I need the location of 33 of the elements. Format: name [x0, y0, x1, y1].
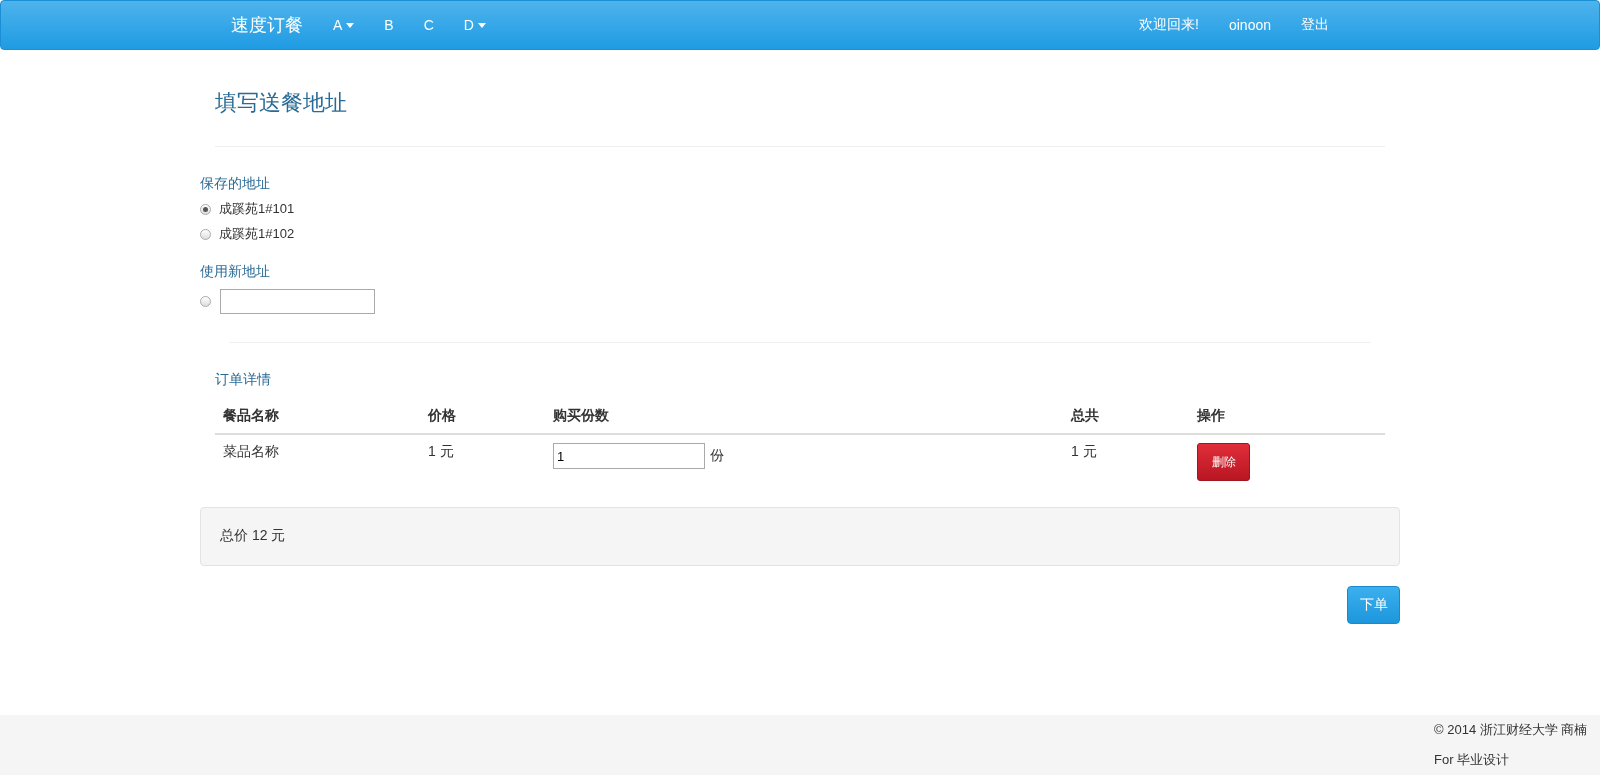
nav-link[interactable]: 欢迎回来! — [1124, 16, 1214, 34]
section-label: 使用新地址 — [200, 263, 271, 281]
footer-text: For 毕业设计 — [1434, 751, 1510, 769]
nav-link[interactable]: D — [448, 17, 501, 33]
column-header: 购买份数 — [545, 399, 1063, 434]
table-cell: 1 元 — [1063, 434, 1189, 489]
unit-label: 份 — [710, 447, 724, 465]
total-price: 总价 12 元 — [200, 507, 1400, 566]
table-cell: 1 元 — [420, 434, 545, 489]
column-header: 总共 — [1063, 399, 1189, 434]
radio-button[interactable] — [200, 296, 211, 307]
nav-link[interactable]: A — [318, 17, 370, 33]
column-header: 餐品名称 — [215, 399, 420, 434]
section-label: 订单详情 — [215, 371, 272, 389]
order-button[interactable]: 下单 — [1347, 586, 1400, 624]
radio-button[interactable] — [200, 203, 211, 215]
radio-label: 成蹊苑1#101 — [219, 200, 295, 218]
page-heading: 填写送餐地址 — [214, 89, 348, 117]
nav-link[interactable]: 登出 — [1286, 16, 1344, 34]
delete-button[interactable]: 删除 — [1197, 443, 1250, 481]
column-header: 操作 — [1189, 399, 1385, 434]
section-label: 保存的地址 — [200, 175, 271, 193]
column-header: 价格 — [420, 399, 545, 434]
nav-link[interactable]: C — [408, 17, 449, 33]
radio-button[interactable] — [200, 228, 211, 240]
quantity-field[interactable]: 1 — [553, 443, 705, 469]
table-cell: 菜品名称 — [215, 434, 420, 489]
radio-label: 成蹊苑1#102 — [219, 225, 295, 243]
nav-link[interactable]: B — [369, 17, 409, 33]
footer-text: © 2014 浙江财经大学 商楠 — [1434, 721, 1588, 739]
brand-link[interactable]: 速度订餐 — [216, 13, 318, 37]
address-field[interactable] — [220, 289, 375, 314]
nav-link[interactable]: oinoon — [1213, 16, 1286, 34]
